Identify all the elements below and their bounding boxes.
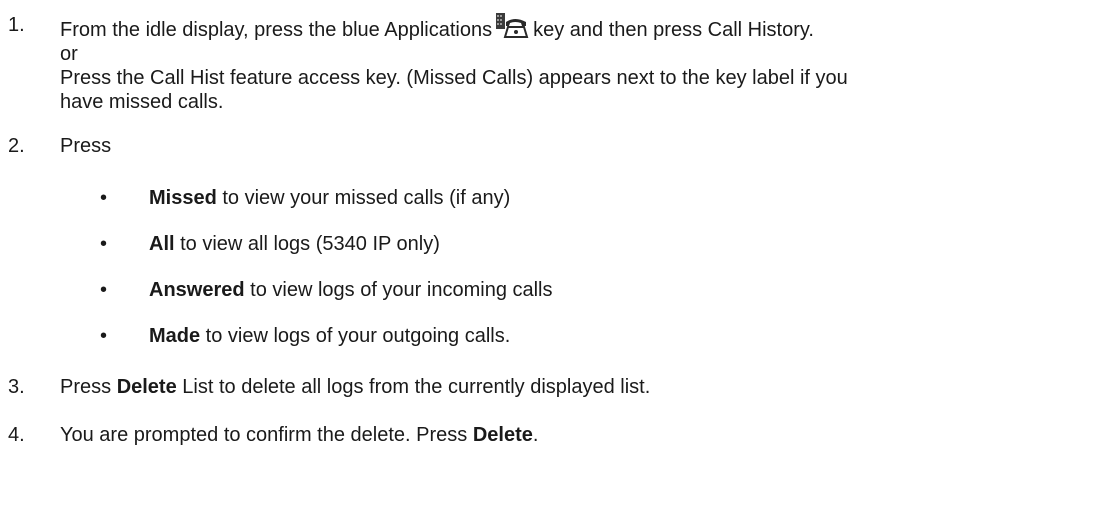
list-item-text: Made to view logs of your outgoing calls…	[149, 324, 510, 348]
applications-key-icon	[496, 13, 529, 38]
step-4-text: You are prompted to confirm the delete. …	[60, 423, 1115, 447]
step-3-bold-term: Delete	[116, 376, 177, 398]
bullet-dot: •	[100, 279, 108, 301]
step-number: 1.	[8, 14, 25, 36]
step-1-line-4: have missed calls.	[60, 91, 224, 113]
bullet-bold-term: Missed	[149, 187, 217, 209]
bullet-description: to view your missed calls (if any)	[216, 187, 511, 209]
bullet-dot: •	[100, 325, 108, 347]
bullet-bold-term: Answered	[149, 279, 245, 301]
bullet-bold-term: All	[149, 233, 175, 255]
list-item-text: All to view all logs (5340 IP only)	[149, 232, 440, 256]
list-item-text: Missed to view your missed calls (if any…	[149, 186, 510, 210]
step-1-line-1: From the idle display, press the blue Ap…	[60, 13, 1115, 42]
bullet-description: to view logs of your outgoing calls.	[200, 325, 511, 347]
list-item-text: Answered to view logs of your incoming c…	[149, 278, 553, 302]
step-number: 3.	[8, 376, 25, 398]
step-1-line-3: Press the Call Hist feature access key. …	[60, 67, 848, 89]
step-1-text: From the idle display, press the blue Ap…	[60, 13, 1115, 114]
step-3-text-after: List to delete all logs from the current…	[176, 376, 651, 398]
step-number: 2.	[8, 135, 25, 157]
step-4-bold-term: Delete	[472, 424, 533, 446]
bullet-description: to view logs of your incoming calls	[244, 279, 553, 301]
bullet-bold-term: Made	[149, 325, 201, 347]
step-4-text-before: You are prompted to confirm the delete. …	[60, 424, 473, 446]
instruction-document: 1. From the idle display, press the blue…	[0, 0, 1119, 512]
step-1-line-2: or	[60, 43, 78, 65]
step-3-text: Press Delete List to delete all logs fro…	[60, 375, 1115, 399]
step-2-press-label: Press	[60, 135, 112, 157]
step-1-text-after-icon: key and then press Call History.	[533, 19, 814, 41]
step-4-line: You are prompted to confirm the delete. …	[60, 423, 1115, 447]
step-number: 4.	[8, 424, 25, 446]
bullet-dot: •	[100, 233, 108, 255]
step-2-text: Press	[60, 134, 1115, 158]
step-4-text-after: .	[532, 424, 539, 446]
step-1-text-before-icon: From the idle display, press the blue Ap…	[60, 19, 493, 41]
step-3-text-before: Press	[60, 376, 117, 398]
bullet-description: to view all logs (5340 IP only)	[174, 233, 440, 255]
bullet-dot: •	[100, 187, 108, 209]
step-3-line: Press Delete List to delete all logs fro…	[60, 375, 1115, 399]
